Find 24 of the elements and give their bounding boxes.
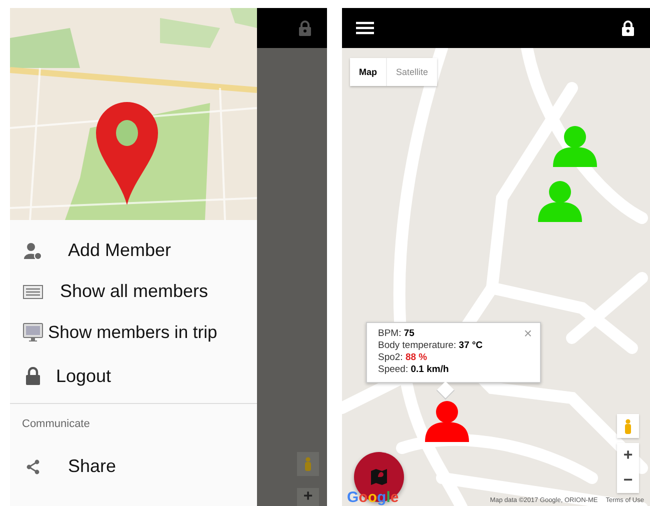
info-text: Spo2: 88 % (378, 352, 428, 364)
menu-item[interactable]: Logout (10, 353, 257, 399)
menu-item[interactable]: Show all members (10, 271, 257, 312)
monitor-icon (22, 322, 44, 342)
map-type-tab[interactable]: Satellite (387, 58, 438, 86)
menu-item[interactable]: Show members in trip (10, 312, 257, 353)
menu-icon[interactable] (356, 21, 374, 35)
map-icon (370, 468, 388, 486)
lock-icon[interactable] (620, 20, 636, 36)
add-person-icon (22, 240, 44, 260)
info-text: BPM: 75 (378, 328, 414, 340)
person-marker[interactable] (538, 180, 582, 222)
pegman-icon[interactable] (297, 452, 319, 476)
map-type-tab[interactable]: Map (350, 58, 387, 86)
menu-item[interactable]: Add Member (10, 230, 257, 271)
zoom-in-button[interactable]: + (617, 443, 639, 468)
zoom-out-button[interactable]: − (617, 468, 639, 493)
menu-item[interactable]: Share (10, 446, 257, 487)
section-title: Communicate (21, 417, 91, 432)
info-text: Speed: 0.1 km/h (378, 364, 449, 376)
person-marker[interactable] (425, 400, 469, 442)
info-text: Body temperature: 37 °C (378, 340, 483, 352)
person-marker[interactable] (553, 125, 597, 167)
pegman-icon[interactable] (617, 414, 639, 438)
